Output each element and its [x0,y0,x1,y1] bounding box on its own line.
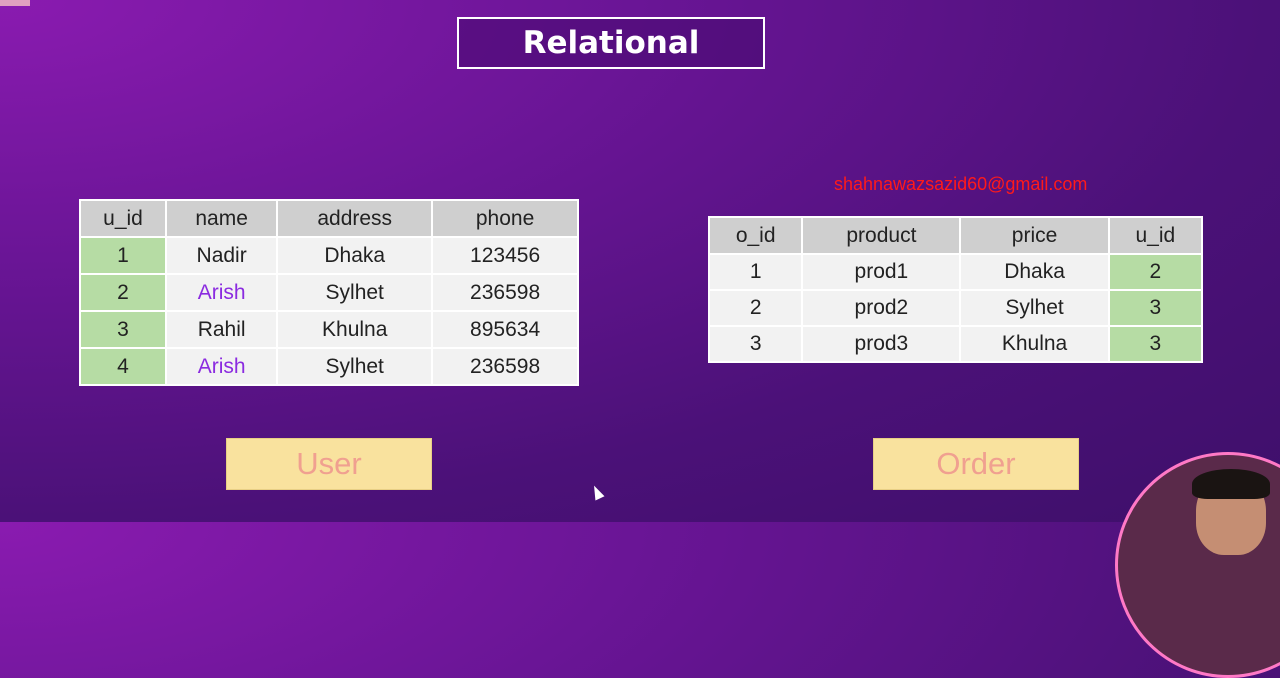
presenter-hair [1192,469,1270,499]
mouse-cursor-icon [589,483,605,501]
table-row: 3 Rahil Khulna 895634 [79,310,579,349]
cell-price: Khulna [959,325,1110,363]
table-row: 4 Arish Sylhet 236598 [79,347,579,386]
cell-phone: 123456 [431,236,579,275]
cell-price: Sylhet [959,289,1110,327]
cell-o-id: 2 [707,289,804,327]
column-header-u-id: u_id [1107,216,1204,255]
cell-u-id: 3 [79,310,167,349]
column-header-address: address [276,199,434,238]
cell-u-id: 3 [1107,325,1204,363]
cell-name: Arish [164,273,279,312]
cell-o-id: 3 [707,325,804,363]
cell-address: Khulna [276,310,434,349]
cell-name: Nadir [164,236,279,275]
column-header-product: product [801,216,962,255]
table-header-row: o_id product price u_id [707,216,1204,255]
table-row: 3 prod3 Khulna 3 [707,325,1204,363]
table-row: 2 Arish Sylhet 236598 [79,273,579,312]
column-header-o-id: o_id [707,216,804,255]
cell-address: Sylhet [276,347,434,386]
slide-title: Relational [457,17,765,69]
cell-address: Sylhet [276,273,434,312]
cell-product: prod1 [801,253,962,291]
cell-u-id: 4 [79,347,167,386]
table-row: 1 Nadir Dhaka 123456 [79,236,579,275]
cell-u-id: 2 [1107,253,1204,291]
cell-phone: 236598 [431,273,579,312]
table-row: 2 prod2 Sylhet 3 [707,289,1204,327]
cell-u-id: 1 [79,236,167,275]
corner-decoration [0,0,30,6]
order-table: o_id product price u_id 1 prod1 Dhaka 2 … [707,216,1204,363]
order-table-label: Order [873,438,1079,490]
cell-price: Dhaka [959,253,1110,291]
user-table-label: User [226,438,432,490]
column-header-phone: phone [431,199,579,238]
column-header-u-id: u_id [79,199,167,238]
cell-name: Arish [164,347,279,386]
table-header-row: u_id name address phone [79,199,579,238]
cell-name: Rahil [164,310,279,349]
column-header-name: name [164,199,279,238]
cell-product: prod3 [801,325,962,363]
cell-o-id: 1 [707,253,804,291]
cell-phone: 895634 [431,310,579,349]
column-header-price: price [959,216,1110,255]
cell-address: Dhaka [276,236,434,275]
table-row: 1 prod1 Dhaka 2 [707,253,1204,291]
cell-u-id: 3 [1107,289,1204,327]
user-table: u_id name address phone 1 Nadir Dhaka 12… [79,199,579,386]
presenter-webcam [1115,452,1280,678]
cell-phone: 236598 [431,347,579,386]
email-watermark: shahnawazsazid60@gmail.com [834,174,1088,194]
cell-product: prod2 [801,289,962,327]
cell-u-id: 2 [79,273,167,312]
